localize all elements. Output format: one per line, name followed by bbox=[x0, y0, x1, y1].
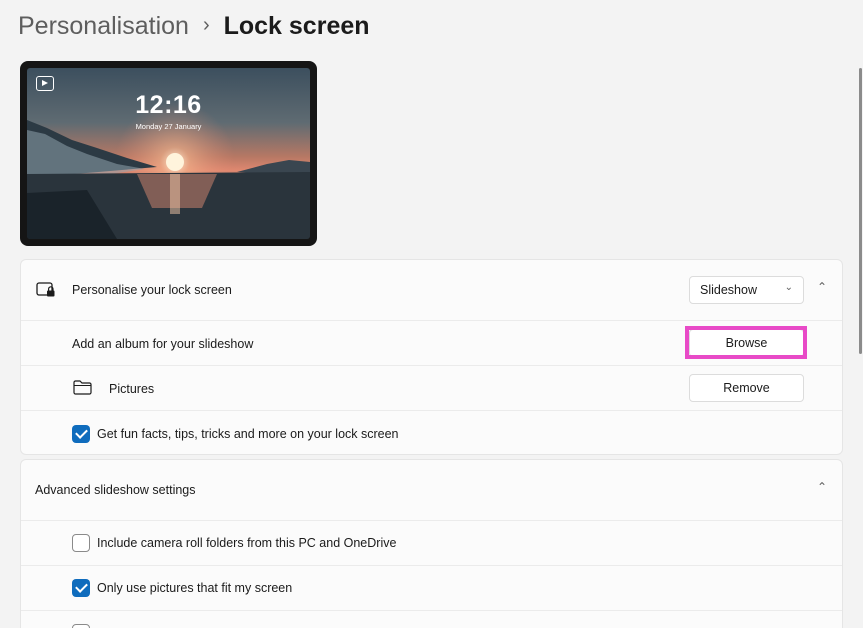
chevron-down-icon: ⌄ bbox=[784, 282, 793, 293]
lock-screen-type-dropdown[interactable]: Slideshow ⌄ bbox=[689, 276, 804, 304]
page-title: Lock screen bbox=[223, 12, 370, 40]
advanced-header-row[interactable]: Advanced slideshow settings ⌃ bbox=[21, 460, 842, 520]
preview-time: 12:16 bbox=[135, 91, 202, 119]
fun-facts-label: Get fun facts, tips, tricks and more on … bbox=[97, 427, 399, 441]
lock-screen-icon bbox=[36, 282, 55, 297]
breadcrumb: Personalisation › Lock screen bbox=[18, 12, 370, 41]
personalise-lock-screen-card: Personalise your lock screen Slideshow ⌄… bbox=[20, 259, 843, 455]
camera-roll-checkbox[interactable] bbox=[72, 534, 90, 552]
fit-screen-label: Only use pictures that fit my screen bbox=[97, 581, 293, 595]
fun-facts-row: Get fun facts, tips, tricks and more on … bbox=[21, 410, 842, 454]
chevron-up-icon[interactable]: ⌃ bbox=[813, 480, 831, 498]
lock-screen-settings-page: Personalisation › Lock screen 12:16 Mond… bbox=[0, 0, 863, 628]
advanced-slideshow-card: Advanced slideshow settings ⌃ Include ca… bbox=[20, 459, 843, 628]
dropdown-value: Slideshow bbox=[700, 283, 757, 297]
next-option-checkbox[interactable] bbox=[72, 624, 90, 628]
breadcrumb-personalisation[interactable]: Personalisation bbox=[18, 12, 189, 41]
personalise-row[interactable]: Personalise your lock screen Slideshow ⌄… bbox=[21, 260, 842, 320]
scrollbar[interactable] bbox=[859, 68, 862, 354]
fit-screen-row: Only use pictures that fit my screen bbox=[21, 565, 842, 610]
add-album-row: Add an album for your slideshow Browse bbox=[21, 320, 842, 365]
preview-date: Monday 27 January bbox=[135, 122, 202, 131]
chevron-up-icon[interactable]: ⌃ bbox=[813, 280, 831, 298]
personalise-label: Personalise your lock screen bbox=[72, 283, 232, 297]
camera-roll-row: Include camera roll folders from this PC… bbox=[21, 520, 842, 565]
folder-icon bbox=[73, 380, 92, 395]
slideshow-icon bbox=[36, 76, 54, 91]
browse-button[interactable]: Browse bbox=[689, 329, 804, 357]
remove-button[interactable]: Remove bbox=[689, 374, 804, 402]
lock-screen-preview: 12:16 Monday 27 January bbox=[20, 61, 317, 246]
add-album-label: Add an album for your slideshow bbox=[72, 337, 254, 351]
camera-roll-label: Include camera roll folders from this PC… bbox=[97, 536, 397, 550]
folder-row: Pictures Remove bbox=[21, 365, 842, 410]
fun-facts-checkbox[interactable] bbox=[72, 425, 90, 443]
folder-name: Pictures bbox=[109, 382, 155, 396]
fit-screen-checkbox[interactable] bbox=[72, 579, 90, 597]
next-option-row bbox=[21, 610, 842, 628]
preview-wallpaper: 12:16 Monday 27 January bbox=[27, 68, 310, 239]
advanced-title: Advanced slideshow settings bbox=[35, 483, 196, 497]
breadcrumb-separator: › bbox=[202, 14, 210, 36]
